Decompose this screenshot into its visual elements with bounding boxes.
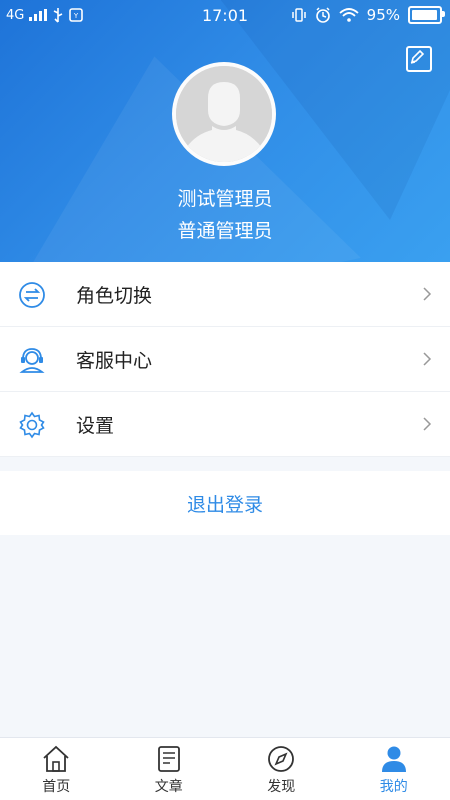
tab-label: 发现 <box>267 779 296 795</box>
headset-icon <box>19 348 45 373</box>
tab-articles[interactable]: 文章 <box>113 738 226 800</box>
chevron-right-icon <box>423 352 432 366</box>
chevron-right-icon <box>423 287 432 301</box>
vibrate-icon <box>291 8 306 22</box>
user-icon <box>381 746 406 772</box>
profile-name: 测试管理员 <box>177 188 273 210</box>
article-icon <box>157 746 180 772</box>
user-silhouette-icon <box>176 66 272 162</box>
status-right: 95% <box>291 6 445 24</box>
battery-icon <box>408 6 445 24</box>
gear-icon <box>19 411 45 439</box>
tab-label: 我的 <box>379 779 408 795</box>
home-icon <box>43 745 69 772</box>
menu-item-label: 角色切换 <box>76 285 153 307</box>
tab-home[interactable]: 首页 <box>0 738 113 800</box>
compass-icon <box>268 746 295 772</box>
tab-mine[interactable]: 我的 <box>338 738 450 800</box>
menu-item-label: 设置 <box>76 415 115 437</box>
profile-header: 4G Y 17:01 95% 测试管理员 普通管理员 <box>0 0 450 262</box>
battery-percent: 95% <box>366 6 400 24</box>
menu-item-customer-service[interactable]: 客服中心 <box>0 327 450 392</box>
menu-item-settings[interactable]: 设置 <box>0 392 450 457</box>
settings-menu: 角色切换 客服中心 设置 <box>0 262 450 457</box>
menu-item-label: 客服中心 <box>76 350 153 372</box>
swap-icon <box>19 282 45 308</box>
menu-item-role-switch[interactable]: 角色切换 <box>0 262 450 327</box>
profile-role: 普通管理员 <box>177 220 273 242</box>
chevron-right-icon <box>423 417 432 431</box>
logout-button[interactable]: 退出登录 <box>0 471 450 535</box>
edit-icon <box>410 49 425 64</box>
tab-label: 首页 <box>42 779 71 795</box>
status-bar: 4G Y 17:01 95% <box>0 0 450 32</box>
edit-profile-button[interactable] <box>406 46 432 72</box>
tab-label: 文章 <box>154 779 183 795</box>
tab-discover[interactable]: 发现 <box>225 738 338 800</box>
bottom-nav: 首页 文章 发现 我的 <box>0 737 450 800</box>
avatar[interactable] <box>172 62 276 166</box>
wifi-icon <box>339 8 359 22</box>
alarm-icon <box>315 7 330 23</box>
